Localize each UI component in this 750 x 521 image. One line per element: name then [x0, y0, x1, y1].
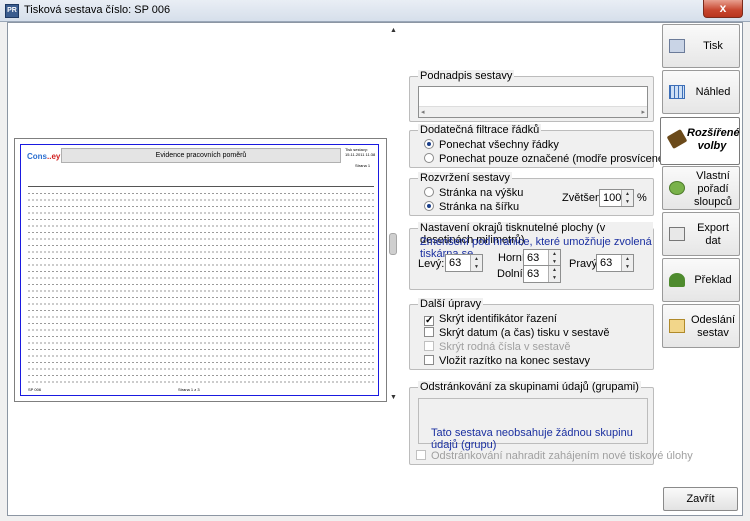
filter-group: Dodatečná filtrace řádků Ponechat všechn…	[409, 124, 698, 168]
left-margin-label: Levý:	[418, 258, 445, 270]
tab-column-order[interactable]: Vlastní pořadí sloupců	[662, 166, 740, 210]
window-close-button[interactable]: x	[703, 0, 743, 18]
paging-message: Tato sestava neobsahuje žádnou skupinu ú…	[431, 427, 633, 451]
spin-arrows-icon[interactable]: ▲ ▼	[621, 255, 633, 271]
zoom-unit: %	[637, 192, 647, 204]
report-header-info: Tisk sestavy: 15.11.2011 11:38	[345, 147, 376, 157]
left-margin-stepper[interactable]: 63 ▲ ▼	[445, 254, 483, 272]
tab-export[interactable]: Export dat	[662, 212, 740, 256]
report-preview-page: Cons..ey Evidence pracovních poměrů Tisk…	[14, 138, 387, 402]
app-icon: PR	[5, 4, 19, 18]
paging-group: Odstránkování za skupinami údajů (grupam…	[409, 381, 693, 465]
spin-arrows-icon[interactable]: ▲ ▼	[548, 266, 560, 282]
hide-print-date-checkbox[interactable]: Skrýt datum (a čas) tisku v sestavě	[424, 327, 610, 339]
layout-legend: Rozvržení sestavy	[418, 172, 512, 184]
report-title: Evidence pracovních poměrů	[61, 148, 341, 163]
paging-list: Tato sestava neobsahuje žádnou skupinu ú…	[418, 398, 648, 451]
filter-all-radio[interactable]: Ponechat všechny řádky	[424, 139, 559, 151]
radio-empty-icon[interactable]	[424, 187, 434, 197]
radio-selected-icon[interactable]	[424, 201, 434, 211]
report-footer: SP 006 Strana 1 z 3	[28, 387, 200, 392]
checkbox-icon[interactable]	[424, 327, 434, 337]
report-column-header	[28, 179, 374, 187]
filter-legend: Dodatečná filtrace řádků	[418, 124, 542, 136]
scroll-down-icon[interactable]: ▼	[390, 394, 397, 401]
tab-advanced-options[interactable]: Rozšířené volby	[660, 117, 740, 165]
hide-birth-numbers-checkbox: Skrýt rodná čísla v sestavě	[424, 341, 570, 353]
window-title: Tisková sestava číslo: SP 006	[24, 4, 171, 16]
preview-scrollbar[interactable]: ▲ ▼	[387, 24, 401, 404]
report-rows-texture	[28, 189, 374, 385]
paging-replace-checkbox: Odstránkování nahradit zahájením nové ti…	[416, 450, 693, 462]
tab-translation[interactable]: Překlad	[662, 258, 740, 302]
margins-group: Nastavení okrajů tisknutelné plochy (v d…	[409, 222, 654, 290]
landscape-radio[interactable]: Stránka na šířku	[424, 201, 519, 213]
portrait-radio[interactable]: Stránka na výšku	[424, 187, 523, 199]
radio-empty-icon[interactable]	[424, 153, 434, 163]
preview-grid-icon	[669, 85, 685, 99]
column-order-icon	[669, 181, 685, 195]
translate-icon	[669, 273, 685, 287]
subtitle-legend: Podnadpis sestavy	[418, 70, 515, 82]
right-margin-stepper[interactable]: 63 ▲ ▼	[596, 254, 634, 272]
checkbox-icon[interactable]	[424, 355, 434, 365]
spin-arrows-icon[interactable]: ▲ ▼	[470, 255, 482, 271]
insert-stamp-checkbox[interactable]: Vložit razítko na konec sestavy	[424, 355, 590, 367]
tab-preview[interactable]: Náhled	[662, 70, 740, 114]
scroll-right-icon[interactable]: ▸	[641, 108, 645, 116]
subtitle-hscroll[interactable]: ◂ ▸	[419, 106, 647, 117]
spin-arrows-icon[interactable]: ▲ ▼	[548, 250, 560, 266]
checkbox-disabled-icon	[416, 450, 426, 460]
export-icon	[669, 227, 685, 241]
tab-print[interactable]: Tisk	[662, 24, 740, 68]
close-button[interactable]: Zavřít	[663, 487, 738, 511]
printer-icon	[669, 39, 685, 53]
filter-marked-radio[interactable]: Ponechat pouze označené (modře prosvícen…	[424, 153, 698, 165]
tools-icon	[666, 128, 688, 150]
extras-group: Další úpravy ✓ Skrýt identifikátor řazení…	[409, 298, 654, 370]
checkbox-checked-icon[interactable]: ✓	[424, 316, 434, 326]
window-titlebar: PR Tisková sestava číslo: SP 006 x	[0, 0, 750, 22]
subtitle-input[interactable]: ◂ ▸	[418, 86, 648, 118]
hide-sort-id-checkbox[interactable]: ✓ Skrýt identifikátor řazení	[424, 313, 557, 326]
paging-legend: Odstránkování za skupinami údajů (grupam…	[418, 381, 641, 393]
report-page-info: Strana 1	[355, 163, 371, 168]
subtitle-group: Podnadpis sestavy ◂ ▸	[409, 70, 654, 122]
spin-arrows-icon[interactable]: ▲ ▼	[621, 190, 633, 206]
zoom-stepper[interactable]: 100 ▲ ▼	[599, 189, 634, 207]
report-logo: Cons..ey	[27, 152, 61, 161]
extras-legend: Další úpravy	[418, 298, 484, 310]
radio-selected-icon[interactable]	[424, 139, 434, 149]
scroll-thumb[interactable]	[389, 233, 397, 255]
scroll-up-icon[interactable]: ▲	[390, 27, 397, 34]
checkbox-disabled-icon	[424, 341, 434, 351]
layout-group: Rozvržení sestavy Stránka na výšku Strán…	[409, 172, 654, 216]
bottom-margin-stepper[interactable]: 63 ▲ ▼	[523, 265, 561, 283]
scroll-left-icon[interactable]: ◂	[421, 108, 425, 116]
send-mail-icon	[669, 319, 685, 333]
tab-send-reports[interactable]: Odeslání sestav	[662, 304, 740, 348]
bottom-margin-label: Dolní:	[497, 268, 526, 280]
